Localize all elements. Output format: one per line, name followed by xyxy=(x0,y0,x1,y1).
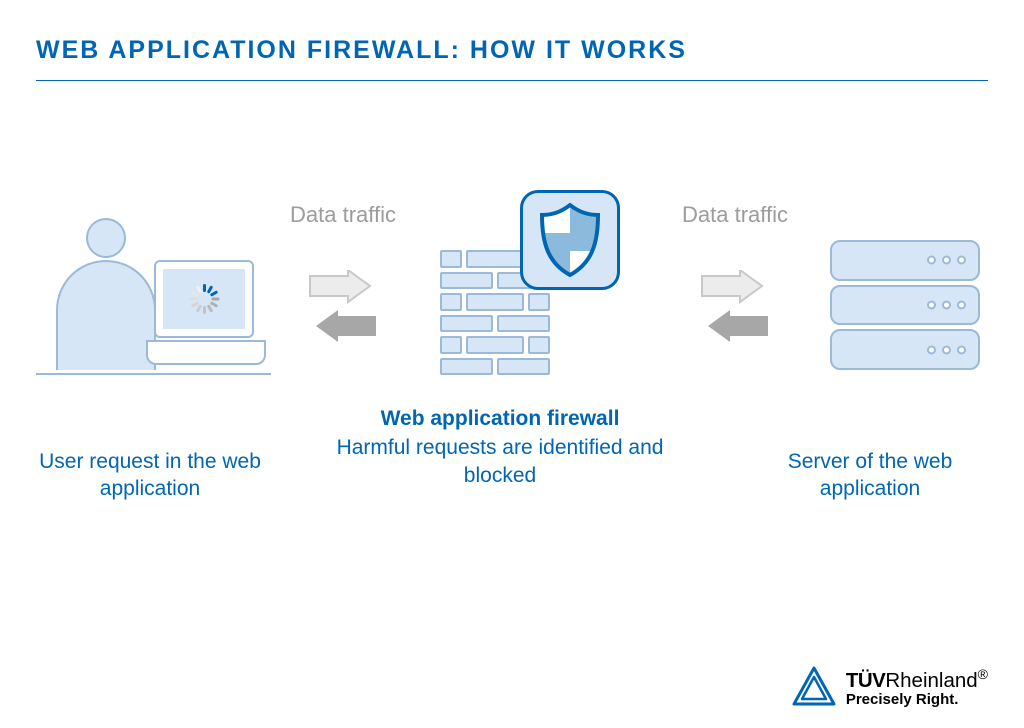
caption-waf: Web application firewall Harmful request… xyxy=(300,405,700,489)
caption-server: Server of the web application xyxy=(740,448,1000,503)
diagram-title: WEB APPLICATION FIREWALL: HOW IT WORKS xyxy=(36,36,687,65)
firewall-icon xyxy=(430,220,620,375)
server-unit xyxy=(830,240,980,281)
laptop-icon xyxy=(146,260,271,370)
tuv-triangle-icon xyxy=(792,666,836,706)
user-body-icon xyxy=(56,260,156,370)
arrow-pair-right: Data traffic xyxy=(700,270,770,345)
title-underline xyxy=(36,80,988,81)
shield-icon xyxy=(538,203,602,277)
logo-tagline: Precisely Right. xyxy=(846,691,988,708)
shield-badge-icon xyxy=(520,190,620,290)
loading-spinner-icon xyxy=(189,284,219,314)
laptop-base xyxy=(146,340,266,365)
bidir-arrow-icon xyxy=(308,270,378,345)
arrow-label-left: Data traffic xyxy=(290,202,396,228)
bidir-arrow-icon xyxy=(700,270,770,345)
tuv-logo: TÜVRheinland® Precisely Right. xyxy=(792,666,988,708)
caption-waf-title: Web application firewall xyxy=(300,405,700,432)
caption-user: User request in the web application xyxy=(20,448,280,503)
caption-waf-body: Harmful requests are identified and bloc… xyxy=(337,436,664,486)
arrow-pair-left: Data traffic xyxy=(308,270,378,345)
server-unit xyxy=(830,285,980,326)
server-stack-icon xyxy=(830,240,980,370)
arrow-label-right: Data traffic xyxy=(682,202,788,228)
laptop-screen xyxy=(154,260,254,338)
server-unit xyxy=(830,329,980,370)
logo-brand: TÜVRheinland® xyxy=(846,666,988,693)
user-head-icon xyxy=(86,218,126,258)
desk-line xyxy=(36,373,271,375)
user-laptop-icon xyxy=(36,210,271,375)
